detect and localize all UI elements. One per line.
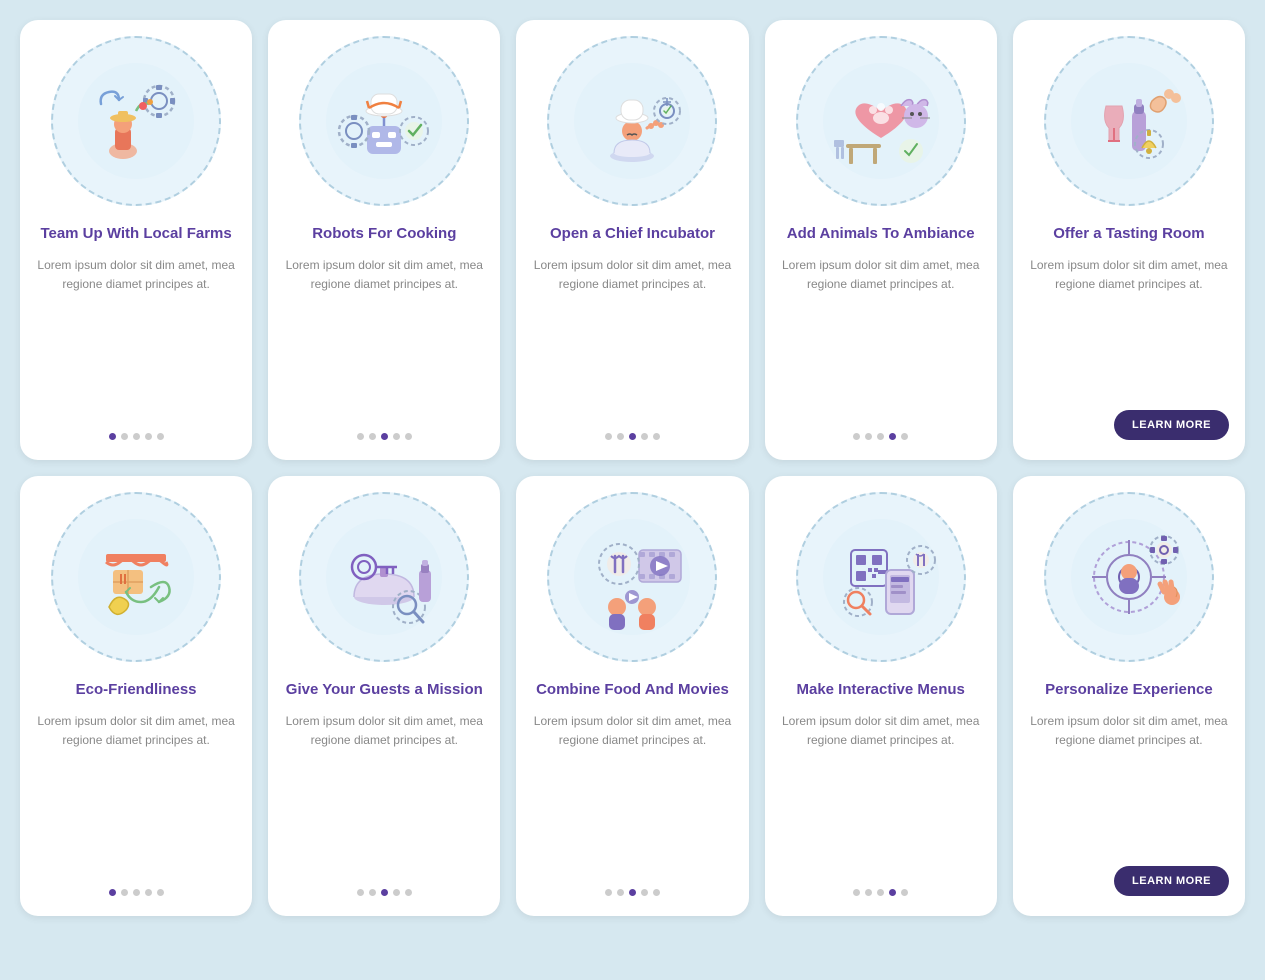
dot-1	[605, 433, 612, 440]
dot-3	[133, 889, 140, 896]
dot-4	[889, 433, 896, 440]
card-eco: Eco-Friendliness Lorem ipsum dolor sit d…	[20, 476, 252, 916]
card-icon-personalize	[1044, 492, 1214, 662]
card-title-eco: Eco-Friendliness	[76, 680, 197, 700]
dot-1	[357, 889, 364, 896]
dot-2	[865, 433, 872, 440]
card-animals-ambiance: Add Animals To Ambiance Lorem ipsum dolo…	[765, 20, 997, 460]
card-icon-chief	[547, 36, 717, 206]
dot-1	[109, 433, 116, 440]
dot-2	[121, 433, 128, 440]
card-title-personalize: Personalize Experience	[1045, 680, 1213, 700]
card-icon-eco	[51, 492, 221, 662]
dot-5	[653, 433, 660, 440]
dot-3	[877, 433, 884, 440]
dots-robots	[357, 433, 412, 440]
dot-5	[405, 889, 412, 896]
card-body-chief: Lorem ipsum dolor sit dim amet, mea regi…	[532, 256, 732, 418]
dot-2	[617, 433, 624, 440]
dot-5	[653, 889, 660, 896]
dot-4	[145, 433, 152, 440]
learn-more-button-personalize[interactable]: LEARN MORE	[1114, 866, 1229, 896]
dot-5	[901, 889, 908, 896]
card-team-up: Team Up With Local Farms Lorem ipsum dol…	[20, 20, 252, 460]
dot-1	[853, 433, 860, 440]
dot-1	[853, 889, 860, 896]
card-icon-tasting	[1044, 36, 1214, 206]
dots-menus	[853, 889, 908, 896]
card-body-food-movies: Lorem ipsum dolor sit dim amet, mea regi…	[532, 712, 732, 874]
dot-4	[889, 889, 896, 896]
card-food-movies: Combine Food And Movies Lorem ipsum dolo…	[516, 476, 748, 916]
card-interactive-menus: Make Interactive Menus Lorem ipsum dolor…	[765, 476, 997, 916]
learn-more-button-tasting[interactable]: LEARN MORE	[1114, 410, 1229, 440]
dots-eco	[109, 889, 164, 896]
card-body-eco: Lorem ipsum dolor sit dim amet, mea regi…	[36, 712, 236, 874]
card-icon-robots	[299, 36, 469, 206]
card-body-team-up: Lorem ipsum dolor sit dim amet, mea regi…	[36, 256, 236, 418]
card-title-tasting: Offer a Tasting Room	[1053, 224, 1204, 244]
card-icon-menus	[796, 492, 966, 662]
dots-mission	[357, 889, 412, 896]
dot-3	[381, 889, 388, 896]
dots-team-up	[109, 433, 164, 440]
card-title-chief: Open a Chief Incubator	[550, 224, 715, 244]
card-body-tasting: Lorem ipsum dolor sit dim amet, mea regi…	[1029, 256, 1229, 395]
card-icon-mission	[299, 492, 469, 662]
card-title-robots: Robots For Cooking	[312, 224, 456, 244]
card-title-team-up: Team Up With Local Farms	[40, 224, 231, 244]
dots-animals	[853, 433, 908, 440]
card-tasting-room: Offer a Tasting Room Lorem ipsum dolor s…	[1013, 20, 1245, 460]
card-icon-animals	[796, 36, 966, 206]
card-title-mission: Give Your Guests a Mission	[286, 680, 483, 700]
dot-3	[381, 433, 388, 440]
dot-5	[157, 889, 164, 896]
dots-chief	[605, 433, 660, 440]
dot-1	[357, 433, 364, 440]
dot-5	[405, 433, 412, 440]
card-body-animals: Lorem ipsum dolor sit dim amet, mea regi…	[781, 256, 981, 418]
dots-food-movies	[605, 889, 660, 896]
card-title-animals: Add Animals To Ambiance	[787, 224, 975, 244]
dot-5	[157, 433, 164, 440]
card-title-menus: Make Interactive Menus	[796, 680, 964, 700]
card-body-menus: Lorem ipsum dolor sit dim amet, mea regi…	[781, 712, 981, 874]
dot-3	[133, 433, 140, 440]
dot-3	[629, 433, 636, 440]
card-grid: Team Up With Local Farms Lorem ipsum dol…	[20, 20, 1245, 916]
dot-2	[121, 889, 128, 896]
dot-4	[145, 889, 152, 896]
dot-2	[617, 889, 624, 896]
card-personalize: Personalize Experience Lorem ipsum dolor…	[1013, 476, 1245, 916]
card-body-personalize: Lorem ipsum dolor sit dim amet, mea regi…	[1029, 712, 1229, 851]
dot-4	[641, 889, 648, 896]
dot-1	[605, 889, 612, 896]
dot-3	[629, 889, 636, 896]
dot-3	[877, 889, 884, 896]
card-title-food-movies: Combine Food And Movies	[536, 680, 729, 700]
card-body-robots: Lorem ipsum dolor sit dim amet, mea regi…	[284, 256, 484, 418]
dot-2	[865, 889, 872, 896]
dot-1	[109, 889, 116, 896]
card-chief-incubator: Open a Chief Incubator Lorem ipsum dolor…	[516, 20, 748, 460]
dot-5	[901, 433, 908, 440]
dot-2	[369, 433, 376, 440]
dot-4	[641, 433, 648, 440]
dot-2	[369, 889, 376, 896]
card-body-mission: Lorem ipsum dolor sit dim amet, mea regi…	[284, 712, 484, 874]
card-icon-team-up	[51, 36, 221, 206]
dot-4	[393, 433, 400, 440]
card-robots-cooking: Robots For Cooking Lorem ipsum dolor sit…	[268, 20, 500, 460]
card-icon-food-movies	[547, 492, 717, 662]
card-guests-mission: Give Your Guests a Mission Lorem ipsum d…	[268, 476, 500, 916]
dot-4	[393, 889, 400, 896]
